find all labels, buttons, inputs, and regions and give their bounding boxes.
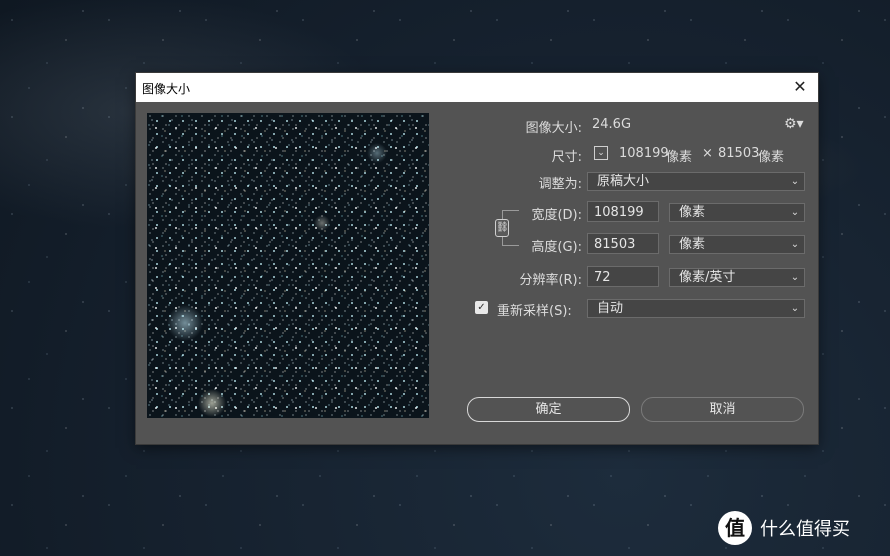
chevron-down-icon: ⌄ xyxy=(790,272,800,283)
dialog-title: 图像大小 xyxy=(142,82,191,96)
image-preview[interactable] xyxy=(147,113,429,418)
height-label: 高度(G): xyxy=(531,240,582,255)
height-input[interactable]: 81503 xyxy=(587,233,659,254)
resolution-unit-value: 像素/英寸 xyxy=(679,270,736,285)
close-icon[interactable]: ✕ xyxy=(790,77,810,97)
chevron-down-icon: ⌄ xyxy=(790,239,800,250)
image-size-label: 图像大小: xyxy=(525,121,582,136)
chevron-down-icon: ⌄ xyxy=(790,176,800,187)
preview-bright-stars xyxy=(147,113,429,418)
width-unit-select[interactable]: 像素 ⌄ xyxy=(669,203,805,222)
resolution-input[interactable]: 72 xyxy=(587,266,659,287)
fit-to-value: 原稿大小 xyxy=(597,174,650,189)
resample-checkbox[interactable]: ✓ xyxy=(475,301,488,314)
chevron-down-icon: ⌄ xyxy=(790,303,800,314)
cancel-button[interactable]: 取消 xyxy=(641,397,804,422)
watermark-logo: 值 xyxy=(718,511,752,545)
site-watermark: 值 什么值得买 xyxy=(718,511,850,545)
chevron-down-icon: ⌄ xyxy=(790,207,800,218)
width-input[interactable]: 108199 xyxy=(587,201,659,222)
fit-to-select[interactable]: 原稿大小 ⌄ xyxy=(587,172,805,191)
dialog-titlebar: 图像大小 ✕ xyxy=(136,73,818,102)
resolution-label: 分辨率(R): xyxy=(519,273,582,288)
resample-label: 重新采样(S): xyxy=(497,304,572,319)
dimensions-label: 尺寸: xyxy=(551,150,582,165)
fit-to-label: 调整为: xyxy=(538,177,582,192)
dimensions-times-sign: × xyxy=(702,146,713,161)
dimensions-width-value: 108199 xyxy=(619,146,669,161)
gear-icon[interactable]: ⚙▾ xyxy=(784,116,804,132)
height-unit-value: 像素 xyxy=(679,237,706,252)
chevron-down-icon[interactable]: ⌄ xyxy=(594,146,608,160)
resample-value: 自动 xyxy=(597,301,624,316)
dimensions-height-unit: 像素 xyxy=(758,150,785,165)
width-unit-value: 像素 xyxy=(679,205,706,220)
image-size-dialog: 图像大小 ✕ 图像大小: 24.6G ⚙▾ 尺寸: ⌄ 108199 像素 × … xyxy=(136,73,818,444)
resolution-unit-select[interactable]: 像素/英寸 ⌄ xyxy=(669,268,805,287)
dimensions-width-unit: 像素 xyxy=(666,150,693,165)
ok-button[interactable]: 确定 xyxy=(467,397,630,422)
height-unit-select[interactable]: 像素 ⌄ xyxy=(669,235,805,254)
width-label: 宽度(D): xyxy=(531,208,582,223)
resample-select[interactable]: 自动 ⌄ xyxy=(587,299,805,318)
image-size-value: 24.6G xyxy=(592,117,632,132)
watermark-text: 什么值得买 xyxy=(760,519,850,540)
dimensions-height-value: 81503 xyxy=(718,146,760,161)
